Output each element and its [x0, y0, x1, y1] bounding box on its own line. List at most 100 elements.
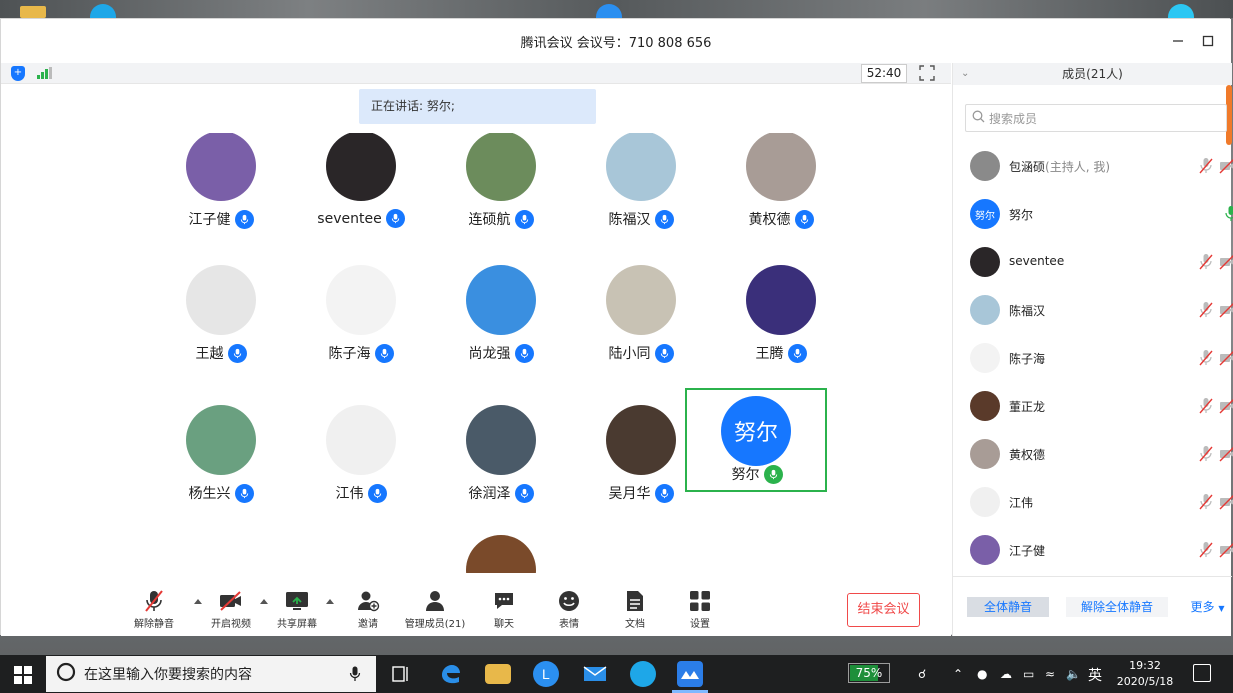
desktop-app-icon[interactable] — [1168, 4, 1194, 18]
participant-tile[interactable]: 王腾 — [711, 263, 851, 367]
manage-members-button[interactable]: 管理成员(21) — [403, 589, 467, 631]
participant-tile[interactable]: 徐润泽 — [431, 403, 571, 507]
invite-button[interactable]: 邀请 — [336, 589, 400, 631]
participant-name: 黄权德 — [748, 212, 791, 228]
minimize-icon[interactable] — [1169, 32, 1187, 50]
chat-button[interactable]: 聊天 — [472, 589, 536, 631]
mail-icon[interactable] — [582, 661, 608, 687]
desktop-app-icon[interactable] — [596, 4, 622, 18]
mic-muted-icon[interactable] — [1198, 157, 1214, 175]
member-row[interactable]: 董正龙 — [953, 383, 1233, 431]
participant-tile[interactable]: 杨生兴 — [151, 403, 291, 507]
task-view-icon[interactable] — [388, 661, 414, 687]
app-l-icon[interactable]: L — [533, 661, 559, 687]
participant-name: 努尔 — [731, 467, 760, 483]
end-meeting-button[interactable]: 结束会议 — [847, 593, 920, 627]
share-screen-button[interactable]: 共享屏幕 — [265, 589, 329, 631]
participant-tile[interactable]: 陈福汉 — [571, 133, 711, 233]
unmute-button[interactable]: 解除静音 — [122, 589, 186, 631]
notification-icon[interactable] — [1193, 664, 1211, 682]
battery-tray-icon[interactable]: ▭ — [1023, 667, 1034, 681]
member-name-block: 陈子海 — [1009, 350, 1045, 367]
title-bar[interactable]: 腾讯会议 会议号：710 808 656 — [1, 19, 1231, 63]
fullscreen-icon[interactable] — [919, 65, 935, 81]
participant-tile[interactable]: 连硕航 — [431, 133, 571, 233]
mic-muted-icon[interactable] — [1198, 253, 1214, 271]
member-row[interactable]: 陈子海 — [953, 335, 1233, 383]
maximize-icon[interactable] — [1199, 32, 1217, 50]
input-method-indicator[interactable]: 英 — [1088, 665, 1102, 685]
participant-tile[interactable]: seventee — [291, 133, 431, 233]
mic-muted-icon[interactable] — [1198, 349, 1214, 367]
participant-tile[interactable]: 尚龙强 — [431, 263, 571, 367]
camera-off-icon[interactable] — [1219, 350, 1233, 366]
mute-all-button[interactable]: 全体静音 — [967, 597, 1049, 617]
mic-muted-icon[interactable] — [1198, 493, 1214, 511]
participant-tile[interactable] — [431, 533, 571, 573]
member-row[interactable]: 江伟 — [953, 479, 1233, 527]
member-avatar — [970, 535, 1000, 565]
participant-tile[interactable]: 陈子海 — [291, 263, 431, 367]
start-video-button[interactable]: 开启视频 — [199, 589, 263, 631]
participant-tile[interactable]: 努尔 努尔 — [685, 388, 827, 492]
settings-button[interactable]: 设置 — [668, 589, 732, 631]
microphone-icon[interactable] — [349, 666, 361, 686]
system-clock[interactable]: 19:32 2020/5/18 — [1110, 658, 1180, 690]
chevron-up-icon[interactable]: ⌃ — [953, 667, 963, 681]
participant-tile[interactable]: 江子健 — [151, 133, 291, 233]
file-explorer-icon[interactable] — [485, 664, 511, 684]
signal-icon[interactable] — [37, 67, 53, 79]
camera-off-icon[interactable] — [1219, 446, 1233, 462]
mic-muted-icon[interactable] — [1198, 445, 1214, 463]
edge-browser-icon[interactable] — [438, 661, 464, 687]
tray-cloud-icon[interactable]: ☁ — [1000, 667, 1012, 681]
camera-off-icon[interactable] — [1219, 398, 1233, 414]
mic-icon — [374, 343, 394, 363]
participant-avatar — [186, 133, 256, 201]
member-row[interactable]: seventee — [953, 239, 1233, 287]
mic-active-icon[interactable] — [1223, 205, 1233, 223]
member-name: 江子健 — [1009, 544, 1046, 558]
member-row[interactable]: 江子健 — [953, 527, 1233, 575]
desktop-app-icon[interactable] — [90, 4, 116, 18]
participant-tile[interactable]: 陆小同 — [571, 263, 711, 367]
member-row[interactable]: 陈福汉 — [953, 287, 1233, 335]
camera-off-icon — [218, 589, 244, 613]
member-search-input[interactable]: 搜索成员 — [965, 104, 1227, 132]
camera-off-icon[interactable] — [1219, 158, 1233, 174]
documents-button[interactable]: 文档 — [603, 589, 667, 631]
battery-indicator[interactable]: 75% — [848, 663, 890, 683]
mic-muted-icon[interactable] — [1198, 301, 1214, 319]
camera-off-icon[interactable] — [1219, 254, 1233, 270]
people-icon[interactable]: ☌ — [918, 667, 926, 681]
member-row[interactable]: 黄权德 — [953, 431, 1233, 479]
emoji-button[interactable]: 表情 — [537, 589, 601, 631]
participant-tile[interactable]: 江伟 — [291, 403, 431, 507]
participant-tile[interactable]: 王越 — [151, 263, 291, 367]
mic-muted-icon[interactable] — [1198, 541, 1214, 559]
tray-app-icon[interactable]: ● — [977, 667, 987, 681]
member-row[interactable]: 努尔 努尔 — [953, 191, 1233, 239]
more-button[interactable]: 更多 ▼ — [1185, 597, 1230, 617]
desktop-folder-icon[interactable] — [20, 6, 46, 18]
more-label: 更多 — [1190, 600, 1215, 614]
mic-muted-icon[interactable] — [1198, 397, 1214, 415]
camera-off-icon[interactable] — [1219, 302, 1233, 318]
taskbar-search-input[interactable]: 在这里输入你要搜索的内容 — [46, 656, 376, 692]
shield-icon[interactable]: + — [11, 66, 25, 81]
camera-off-icon[interactable] — [1219, 542, 1233, 558]
participant-avatar — [186, 405, 256, 475]
collapse-chevron-icon[interactable]: ⌄ — [961, 63, 969, 85]
wifi-icon[interactable]: ≈ — [1045, 667, 1055, 681]
member-avatar — [970, 487, 1000, 517]
tencent-meeting-icon[interactable] — [677, 661, 703, 687]
unmute-all-button[interactable]: 解除全体静音 — [1066, 597, 1168, 617]
share-options-caret[interactable] — [326, 599, 334, 604]
participant-tile[interactable]: 黄权德 — [711, 133, 851, 233]
windows-start-icon[interactable] — [14, 666, 32, 684]
volume-icon[interactable]: 🔈 — [1066, 667, 1081, 681]
meeting-toolbar: 解除静音 开启视频 共享屏幕 邀请 管理成员(21) 聊天 表情 文档 设置 结… — [1, 575, 951, 636]
member-row[interactable]: 包涵硕(主持人, 我) — [953, 143, 1233, 191]
browser-e-icon[interactable] — [630, 661, 656, 687]
camera-off-icon[interactable] — [1219, 494, 1233, 510]
